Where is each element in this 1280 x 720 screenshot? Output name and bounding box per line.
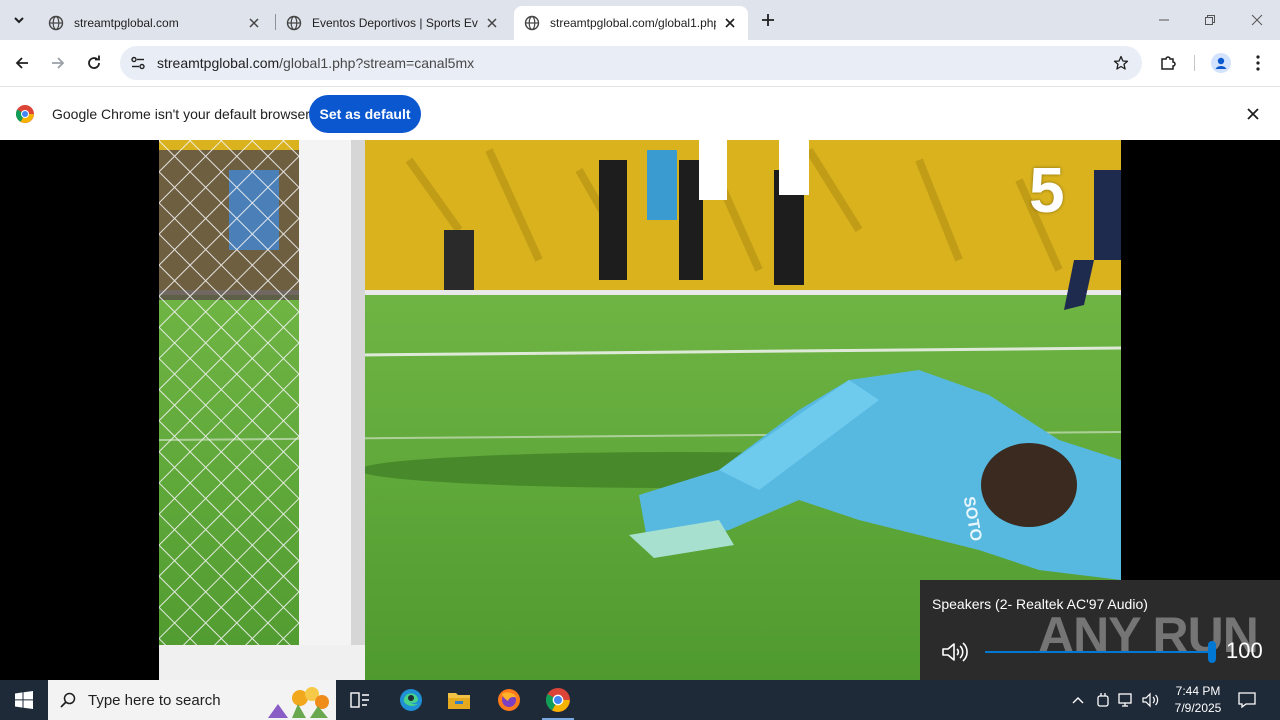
site-info-icon[interactable] [126, 51, 150, 75]
kebab-menu-icon [1256, 55, 1260, 71]
close-window-button[interactable] [1234, 0, 1280, 40]
infobar-message: Google Chrome isn't your default browser [52, 106, 310, 122]
audio-device-name[interactable]: Speakers (2- Realtek AC'97 Audio) [932, 596, 1148, 612]
search-icon [60, 692, 76, 708]
reload-button[interactable] [80, 49, 108, 77]
volume-level: 100 [1226, 638, 1263, 663]
reload-icon [88, 55, 100, 69]
globe-icon [524, 15, 540, 31]
menu-button[interactable] [1244, 49, 1272, 77]
firefox-icon [498, 689, 520, 711]
taskbar-search-box[interactable]: Type here to search [48, 680, 336, 720]
infobar-close-icon[interactable] [1243, 104, 1263, 124]
globe-icon [48, 15, 64, 31]
set-as-default-button[interactable]: Set as default [309, 95, 421, 133]
taskbar: Type here to search 7:44 PM 7/9/2025 [0, 680, 1280, 720]
volume-slider-track[interactable] [985, 651, 1215, 653]
default-browser-infobar: Google Chrome isn't your default browser… [0, 86, 1280, 140]
toolbar-divider [1194, 55, 1195, 71]
tab-title: streamtpglobal.com [74, 16, 179, 30]
edge-taskbar-button[interactable] [387, 680, 435, 720]
windows-logo-icon [15, 691, 33, 709]
minimize-button[interactable] [1141, 0, 1187, 40]
file-explorer-icon [448, 693, 470, 709]
minimize-icon [1159, 19, 1169, 21]
edge-icon [400, 689, 422, 711]
search-highlight-icon [268, 687, 329, 718]
browser-toolbar: streamtpglobal.com/global1.php?stream=ca… [0, 40, 1280, 86]
url-host: streamtpglobal.com [157, 55, 280, 71]
chrome-icon [16, 105, 34, 123]
close-tab-icon[interactable] [722, 15, 738, 31]
start-button[interactable] [0, 680, 48, 720]
channel-logo: 5 [1029, 154, 1065, 226]
forward-button[interactable] [44, 49, 72, 77]
url-path: /global1.php?stream=canal5mx [279, 55, 475, 71]
profile-button[interactable] [1207, 49, 1235, 77]
close-tab-icon[interactable] [246, 15, 262, 31]
volume-flyout: ANY RUN Speakers (2- Realtek AC'97 Audio… [920, 580, 1280, 680]
anyrun-watermark: ANY RUN [1038, 607, 1259, 663]
new-tab-button[interactable] [756, 8, 780, 32]
clock-time: 7:44 PM [1175, 684, 1221, 698]
chevron-down-icon [14, 17, 24, 24]
chevron-up-icon [1072, 697, 1084, 704]
chrome-icon [546, 688, 570, 712]
search-placeholder: Type here to search [88, 692, 221, 709]
tab-search-button[interactable] [6, 8, 32, 32]
tray-device-icon[interactable] [1093, 690, 1113, 710]
file-explorer-taskbar-button[interactable] [435, 680, 483, 720]
plus-icon [762, 14, 774, 26]
task-view-button[interactable] [336, 680, 384, 720]
chrome-taskbar-button[interactable] [534, 680, 582, 720]
arrow-right-icon [52, 57, 65, 69]
tab-2[interactable]: Eventos Deportivos | Sports Eve [276, 6, 510, 40]
bookmark-star-icon[interactable] [1110, 52, 1132, 74]
restore-icon [1205, 15, 1215, 25]
volume-tray-icon[interactable] [1141, 690, 1161, 710]
firefox-taskbar-button[interactable] [485, 680, 533, 720]
speaker-icon[interactable] [940, 640, 968, 664]
tab-3-active[interactable]: streamtpglobal.com/global1.php [514, 6, 748, 40]
url-text[interactable]: streamtpglobal.com/global1.php?stream=ca… [157, 55, 474, 71]
tab-strip: streamtpglobal.com Eventos Deportivos | … [0, 0, 1280, 40]
profile-icon [1211, 53, 1231, 73]
taskbar-clock[interactable]: 7:44 PM 7/9/2025 [1168, 683, 1228, 717]
clock-date: 7/9/2025 [1174, 701, 1222, 715]
arrow-left-icon [15, 57, 28, 69]
back-button[interactable] [8, 49, 36, 77]
puzzle-icon [1161, 56, 1176, 70]
tab-title: Eventos Deportivos | Sports Eve [312, 16, 478, 30]
restore-button[interactable] [1187, 0, 1233, 40]
task-view-icon [350, 692, 369, 708]
address-bar[interactable]: streamtpglobal.com/global1.php?stream=ca… [120, 46, 1142, 80]
close-tab-icon[interactable] [484, 15, 500, 31]
tab-title: streamtpglobal.com/global1.php [550, 16, 716, 30]
tab-1[interactable]: streamtpglobal.com [38, 6, 272, 40]
globe-icon [286, 15, 302, 31]
network-icon[interactable] [1117, 690, 1137, 710]
extensions-button[interactable] [1154, 49, 1182, 77]
close-icon [1251, 14, 1263, 26]
volume-slider-thumb[interactable] [1208, 641, 1216, 663]
show-hidden-icons-button[interactable] [1068, 690, 1088, 710]
notification-center-icon[interactable] [1237, 690, 1257, 710]
